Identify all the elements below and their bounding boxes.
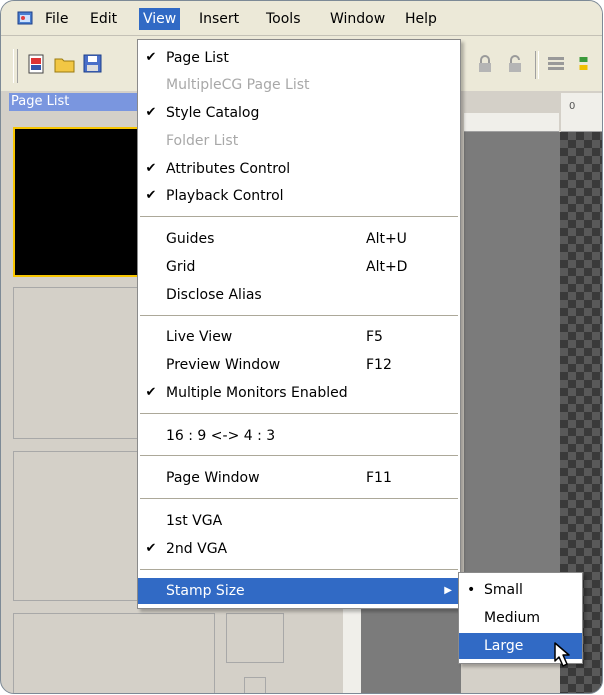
menu-bar: File Edit View Insert Tools Window Help: [1, 1, 602, 36]
menu-item-label: Style Catalog: [166, 105, 260, 121]
menu-item-live-view[interactable]: Live View F5: [138, 324, 460, 350]
menu-item-shortcut: F11: [366, 470, 392, 486]
menu-item-label: Stamp Size: [166, 583, 245, 599]
submenu-item-label: Small: [484, 582, 523, 598]
horizontal-ruler: [561, 93, 602, 132]
menu-item-guides[interactable]: Guides Alt+U: [138, 226, 460, 252]
menu-separator: [140, 216, 458, 217]
app-icon: [17, 11, 33, 25]
menu-item-playback-control[interactable]: ✔ Playback Control: [138, 183, 460, 209]
application-window: File Edit View Insert Tools Window Help: [0, 0, 603, 694]
menu-file[interactable]: File: [41, 9, 72, 29]
menu-item-label: Guides: [166, 231, 215, 247]
view-menu: ✔ Page List MultipleCG Page List ✔ Style…: [137, 39, 461, 609]
open-folder-icon[interactable]: [53, 52, 77, 76]
menu-item-shortcut: Alt+D: [366, 259, 408, 275]
color-icon[interactable]: [575, 52, 602, 76]
menu-item-disclose-alias[interactable]: Disclose Alias: [138, 282, 460, 308]
menu-separator: [140, 413, 458, 414]
menu-window[interactable]: Window: [326, 9, 389, 29]
menu-item-page-window[interactable]: Page Window F11: [138, 465, 460, 491]
menu-separator: [140, 498, 458, 499]
menu-insert[interactable]: Insert: [195, 9, 243, 29]
menu-help[interactable]: Help: [401, 9, 441, 29]
menu-item-preview-window[interactable]: Preview Window F12: [138, 352, 460, 378]
menu-item-attributes-control[interactable]: ✔ Attributes Control: [138, 156, 460, 182]
submenu-arrow-icon: ▶: [444, 585, 452, 596]
menu-separator: [140, 455, 458, 456]
menu-item-aspect-toggle[interactable]: 16 : 9 <-> 4 : 3: [138, 423, 460, 449]
page-stamp[interactable]: [13, 287, 139, 439]
submenu-item-medium[interactable]: Medium: [459, 605, 582, 631]
page-stamp[interactable]: [13, 451, 139, 601]
menu-item-shortcut: F5: [366, 329, 383, 345]
menu-item-label: Playback Control: [166, 188, 284, 204]
menu-item-label: Page Window: [166, 470, 260, 486]
menu-item-label: 1st VGA: [166, 513, 223, 529]
menu-item-2nd-vga[interactable]: ✔ 2nd VGA: [138, 536, 460, 562]
menu-item-label: Multiple Monitors Enabled: [166, 385, 348, 401]
menu-tools[interactable]: Tools: [262, 9, 305, 29]
menu-item-label: Preview Window: [166, 357, 281, 373]
menu-item-shortcut: F12: [366, 357, 392, 373]
canvas-area[interactable]: [464, 132, 560, 572]
ruler-zero-label: 0: [569, 101, 576, 112]
checkmark-icon: ✔: [145, 385, 157, 400]
menu-item-label: Attributes Control: [166, 161, 291, 177]
lock-icon[interactable]: [473, 52, 497, 76]
menu-edit[interactable]: Edit: [86, 9, 121, 29]
menu-item-label: Page List: [166, 50, 229, 66]
menu-item-multiplecg-page-list: MultipleCG Page List: [138, 72, 460, 98]
menu-item-1st-vga[interactable]: 1st VGA: [138, 508, 460, 534]
menu-item-label: Disclose Alias: [166, 287, 262, 303]
preview-box: [226, 613, 284, 663]
menu-item-grid[interactable]: Grid Alt+D: [138, 254, 460, 280]
menu-item-stamp-size[interactable]: Stamp Size ▶: [138, 578, 460, 604]
new-page-icon[interactable]: [25, 52, 49, 76]
toolbar-grip[interactable]: [13, 49, 18, 83]
menu-item-label: MultipleCG Page List: [166, 77, 310, 93]
menu-separator: [140, 315, 458, 316]
page-stamp-selected[interactable]: [13, 127, 141, 277]
submenu-item-label: Medium: [484, 610, 540, 626]
menu-item-label: 16 : 9 <-> 4 : 3: [166, 428, 276, 444]
toolbar-separator: [535, 51, 539, 79]
menu-item-style-catalog[interactable]: ✔ Style Catalog: [138, 100, 460, 126]
checkmark-icon: ✔: [145, 161, 157, 176]
mouse-pointer-icon: [554, 642, 570, 667]
menu-item-shortcut: Alt+U: [366, 231, 407, 247]
menu-item-label: Live View: [166, 329, 233, 345]
menu-separator: [140, 569, 458, 570]
page-stamp[interactable]: [13, 613, 215, 693]
submenu-item-small[interactable]: • Small: [459, 577, 582, 603]
preview-box: [244, 677, 266, 693]
checkmark-icon: ✔: [145, 50, 157, 65]
menu-item-label: Folder List: [166, 133, 239, 149]
checkmark-icon: ✔: [145, 541, 157, 556]
menu-item-label: 2nd VGA: [166, 541, 228, 557]
menu-view[interactable]: View: [139, 8, 181, 30]
page-list-title: Page List: [9, 93, 139, 111]
menu-item-multiple-monitors[interactable]: ✔ Multiple Monitors Enabled: [138, 380, 460, 406]
save-icon[interactable]: [81, 52, 105, 76]
menu-item-label: Grid: [166, 259, 196, 275]
layout-icon[interactable]: [545, 52, 569, 76]
unlock-icon[interactable]: [503, 52, 527, 76]
checkmark-icon: ✔: [145, 105, 157, 120]
radio-bullet-icon: •: [467, 582, 476, 598]
checkmark-icon: ✔: [145, 188, 157, 203]
menu-item-folder-list: Folder List: [138, 128, 460, 154]
menu-item-page-list[interactable]: ✔ Page List: [138, 45, 460, 71]
horizontal-ruler: [464, 113, 559, 132]
submenu-item-label: Large: [484, 638, 524, 654]
